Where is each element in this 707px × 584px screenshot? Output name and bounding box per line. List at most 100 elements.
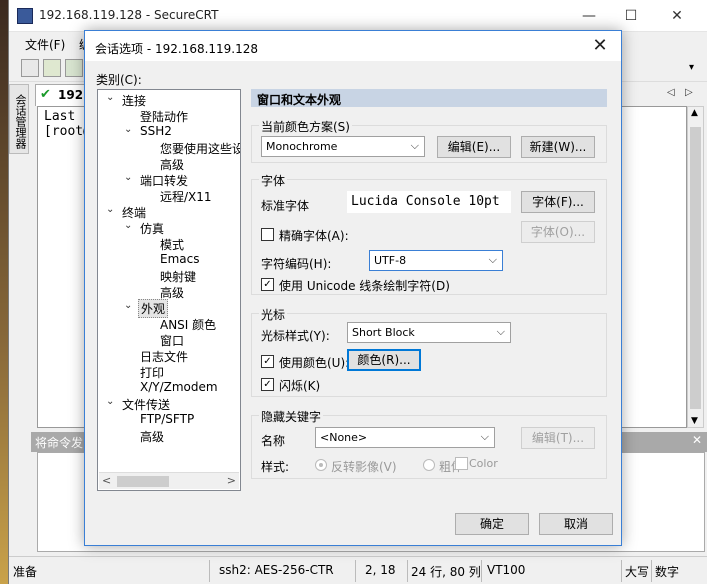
window-title: 192.168.119.128 - SecureCRT (39, 8, 219, 22)
status-separator (355, 560, 356, 582)
toolbar-overflow-icon[interactable]: ▾ (689, 62, 694, 73)
session-manager-tab[interactable]: 会话管理器 (9, 84, 29, 154)
tree-item-log-file[interactable]: 日志文件 (140, 348, 188, 365)
use-color-label: 使用颜色(U): (279, 356, 350, 370)
tree-item-ansi-color[interactable]: ANSI 颜色 (160, 316, 216, 333)
panel-title: 窗口和文本外观 (251, 89, 607, 107)
status-separator (481, 560, 482, 582)
minimize-button[interactable]: — (569, 4, 609, 28)
command-window-close-icon[interactable]: ✕ (692, 433, 702, 447)
tree-item-modes[interactable]: 模式 (160, 236, 184, 253)
quick-connect-icon[interactable] (43, 59, 61, 77)
reverse-video-radio[interactable] (315, 459, 327, 471)
session-options-dialog: 会话选项 - 192.168.119.128 ✕ 类别(C): ⌄ 连接 登陆动… (84, 30, 622, 546)
dialog-title-bar: 会话选项 - 192.168.119.128 ✕ (85, 31, 621, 61)
tab-prev-icon[interactable]: ◁ (667, 87, 675, 98)
bold-radio[interactable] (423, 459, 435, 471)
tree-item-ssh2-prompt[interactable]: 您要使用这些设 (160, 140, 240, 157)
scroll-up-icon[interactable]: ▲ (691, 108, 698, 118)
status-separator (209, 560, 210, 582)
color-checkbox[interactable] (455, 457, 468, 470)
color-scheme-select[interactable]: Monochrome ⌵ (261, 136, 425, 157)
chevron-down-icon[interactable]: ⌄ (124, 124, 132, 135)
tree-item-ftp-sftp[interactable]: FTP/SFTP (140, 412, 194, 426)
ok-button[interactable]: 确定 (455, 513, 529, 535)
dialog-close-button[interactable]: ✕ (585, 34, 615, 58)
chevron-down-icon[interactable]: ⌄ (106, 396, 114, 407)
maximize-button[interactable]: ☐ (611, 4, 651, 28)
cancel-button[interactable]: 取消 (539, 513, 613, 535)
blink-checkbox[interactable]: ✓ (261, 378, 274, 391)
chevron-down-icon[interactable]: ⌄ (124, 220, 132, 231)
chevron-down-icon[interactable]: ⌄ (106, 204, 114, 215)
chevron-down-icon: ⌵ (480, 430, 489, 443)
cursor-group-label: 光标 (259, 306, 288, 323)
unicode-line-checkbox[interactable]: ✓ (261, 278, 274, 291)
status-size: 24 行, 80 列 (411, 565, 481, 579)
tree-item-printing[interactable]: 打印 (140, 364, 164, 381)
scrollbar-thumb[interactable] (690, 127, 701, 409)
chevron-down-icon[interactable]: ⌄ (124, 300, 132, 311)
keyword-edit-button[interactable]: 编辑(T)... (521, 427, 595, 449)
scrollbar-thumb[interactable] (117, 476, 169, 487)
blink-label: 闪烁(K) (279, 379, 321, 393)
dialog-title: 会话选项 - 192.168.119.128 (95, 42, 259, 56)
cursor-style-select[interactable]: Short Block ⌵ (347, 322, 511, 343)
new-scheme-button[interactable]: 新建(W)... (521, 136, 595, 158)
tree-item-emulation[interactable]: 仿真 (140, 220, 164, 237)
precise-font-checkbox[interactable] (261, 228, 274, 241)
cursor-style-label: 光标样式(Y): (261, 329, 330, 343)
scroll-right-icon[interactable]: > (227, 474, 236, 487)
tree-item-window[interactable]: 窗口 (160, 332, 184, 349)
chevron-down-icon: ⌵ (496, 325, 505, 338)
status-separator (407, 560, 408, 582)
standard-font-value: Lucida Console 10pt (347, 191, 511, 213)
tree-item-mapped-keys[interactable]: 映射键 (160, 268, 196, 285)
keywords-group-label: 隐藏关键字 (259, 408, 324, 425)
tree-item-transfer-advanced[interactable]: 高级 (140, 428, 164, 445)
use-color-checkbox[interactable]: ✓ (261, 355, 274, 368)
cursor-color-button[interactable]: 颜色(R)... (347, 349, 421, 371)
font-button[interactable]: 字体(F)... (521, 191, 595, 213)
color-scheme-group-label: 当前颜色方案(S) (259, 118, 352, 135)
command-window-title: 将命令发 (35, 436, 84, 450)
category-label: 类别(C): (96, 73, 142, 87)
category-tree[interactable]: ⌄ 连接 登陆动作 ⌄ SSH2 您要使用这些设 高级 ⌄ 端口转发 远程/X1… (97, 89, 241, 491)
encoding-select[interactable]: UTF-8 ⌵ (369, 250, 503, 271)
connect-icon[interactable] (21, 59, 39, 77)
reverse-video-label: 反转影像(V) (331, 460, 397, 474)
keyword-name-select[interactable]: <None> ⌵ (315, 427, 495, 448)
tree-item-terminal[interactable]: 终端 (122, 204, 146, 221)
title-bar: 192.168.119.128 - SecureCRT — ☐ ✕ (9, 0, 707, 32)
tab-next-icon[interactable]: ▷ (685, 87, 693, 98)
edit-scheme-button[interactable]: 编辑(E)... (437, 136, 511, 158)
chevron-down-icon[interactable]: ⌄ (106, 92, 114, 103)
tree-item-connection[interactable]: 连接 (122, 92, 146, 109)
encoding-label: 字符编码(H): (261, 257, 332, 271)
chevron-down-icon[interactable]: ⌄ (124, 172, 132, 183)
tree-item-file-transfer[interactable]: 文件传送 (122, 396, 170, 413)
connect-tab-icon[interactable] (65, 59, 83, 77)
unicode-line-label: 使用 Unicode 线条绘制字符(D) (279, 279, 450, 293)
tree-item-remote-x11[interactable]: 远程/X11 (160, 188, 212, 205)
tree-horizontal-scrollbar[interactable]: < > (99, 472, 239, 489)
keyword-style-label: 样式: (261, 460, 290, 474)
tree-item-xyzmodem[interactable]: X/Y/Zmodem (140, 380, 218, 394)
securecrt-app-icon (17, 8, 33, 24)
scroll-left-icon[interactable]: < (102, 474, 111, 487)
tree-item-port-forwarding[interactable]: 端口转发 (140, 172, 188, 189)
menu-file[interactable]: 文件(F) (25, 36, 65, 53)
precise-font-button[interactable]: 字体(O)... (521, 221, 595, 243)
status-bar: 准备 ssh2: AES-256-CTR 2, 18 24 行, 80 列 VT… (9, 556, 707, 584)
status-cursor: 2, 18 (365, 563, 396, 577)
close-button[interactable]: ✕ (657, 4, 697, 28)
tree-item-emacs[interactable]: Emacs (160, 252, 199, 266)
tree-item-ssh2-advanced[interactable]: 高级 (160, 156, 184, 173)
tree-item-logon-actions[interactable]: 登陆动作 (140, 108, 188, 125)
status-separator (651, 560, 652, 582)
terminal-scrollbar[interactable]: ▲ ▼ (687, 106, 704, 428)
scroll-down-icon[interactable]: ▼ (691, 416, 698, 426)
tree-item-ssh2[interactable]: SSH2 (140, 124, 172, 138)
status-caps: 大写 (625, 565, 650, 579)
cursor-style-value: Short Block (352, 326, 415, 339)
